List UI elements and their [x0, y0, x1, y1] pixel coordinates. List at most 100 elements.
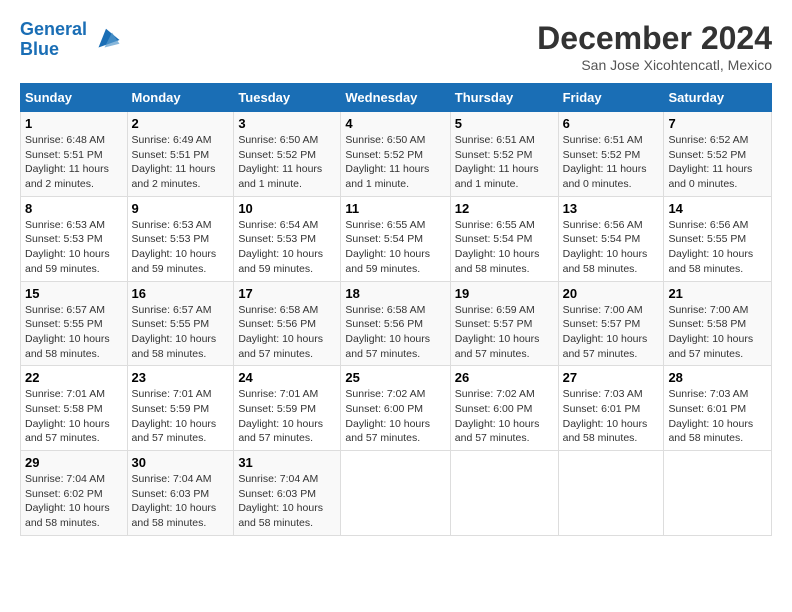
day-info: Sunrise: 6:59 AM Sunset: 5:57 PM Dayligh… [455, 303, 554, 362]
day-cell: 8 Sunrise: 6:53 AM Sunset: 5:53 PM Dayli… [21, 196, 128, 281]
day-number: 23 [132, 370, 230, 385]
day-cell: 16 Sunrise: 6:57 AM Sunset: 5:55 PM Dayl… [127, 281, 234, 366]
day-info: Sunrise: 6:51 AM Sunset: 5:52 PM Dayligh… [563, 133, 660, 192]
day-cell: 11 Sunrise: 6:55 AM Sunset: 5:54 PM Dayl… [341, 196, 450, 281]
col-sunday: Sunday [21, 84, 128, 112]
logo-text: GeneralBlue [20, 20, 87, 60]
day-cell: 19 Sunrise: 6:59 AM Sunset: 5:57 PM Dayl… [450, 281, 558, 366]
day-info: Sunrise: 6:58 AM Sunset: 5:56 PM Dayligh… [345, 303, 445, 362]
day-number: 13 [563, 201, 660, 216]
month-title: December 2024 [537, 20, 772, 57]
day-info: Sunrise: 6:49 AM Sunset: 5:51 PM Dayligh… [132, 133, 230, 192]
day-info: Sunrise: 6:48 AM Sunset: 5:51 PM Dayligh… [25, 133, 123, 192]
day-cell: 15 Sunrise: 6:57 AM Sunset: 5:55 PM Dayl… [21, 281, 128, 366]
day-number: 25 [345, 370, 445, 385]
day-info: Sunrise: 7:01 AM Sunset: 5:59 PM Dayligh… [238, 387, 336, 446]
calendar-table: Sunday Monday Tuesday Wednesday Thursday… [20, 83, 772, 536]
calendar-week-row: 1 Sunrise: 6:48 AM Sunset: 5:51 PM Dayli… [21, 112, 772, 197]
day-info: Sunrise: 6:54 AM Sunset: 5:53 PM Dayligh… [238, 218, 336, 277]
day-info: Sunrise: 7:03 AM Sunset: 6:01 PM Dayligh… [668, 387, 767, 446]
day-number: 4 [345, 116, 445, 131]
day-cell: 1 Sunrise: 6:48 AM Sunset: 5:51 PM Dayli… [21, 112, 128, 197]
location: San Jose Xicohtencatl, Mexico [537, 57, 772, 73]
day-info: Sunrise: 7:04 AM Sunset: 6:03 PM Dayligh… [238, 472, 336, 531]
day-number: 9 [132, 201, 230, 216]
day-cell: 3 Sunrise: 6:50 AM Sunset: 5:52 PM Dayli… [234, 112, 341, 197]
calendar-week-row: 8 Sunrise: 6:53 AM Sunset: 5:53 PM Dayli… [21, 196, 772, 281]
col-tuesday: Tuesday [234, 84, 341, 112]
empty-cell [664, 451, 772, 536]
page-header: GeneralBlue December 2024 San Jose Xicoh… [20, 20, 772, 73]
day-info: Sunrise: 6:53 AM Sunset: 5:53 PM Dayligh… [25, 218, 123, 277]
day-number: 15 [25, 286, 123, 301]
logo: GeneralBlue [20, 20, 121, 60]
day-info: Sunrise: 7:00 AM Sunset: 5:57 PM Dayligh… [563, 303, 660, 362]
day-info: Sunrise: 7:04 AM Sunset: 6:03 PM Dayligh… [132, 472, 230, 531]
day-info: Sunrise: 7:04 AM Sunset: 6:02 PM Dayligh… [25, 472, 123, 531]
day-number: 10 [238, 201, 336, 216]
day-cell: 26 Sunrise: 7:02 AM Sunset: 6:00 PM Dayl… [450, 366, 558, 451]
day-cell: 10 Sunrise: 6:54 AM Sunset: 5:53 PM Dayl… [234, 196, 341, 281]
col-monday: Monday [127, 84, 234, 112]
empty-cell [558, 451, 664, 536]
day-number: 19 [455, 286, 554, 301]
day-info: Sunrise: 7:01 AM Sunset: 5:59 PM Dayligh… [132, 387, 230, 446]
day-cell: 30 Sunrise: 7:04 AM Sunset: 6:03 PM Dayl… [127, 451, 234, 536]
col-thursday: Thursday [450, 84, 558, 112]
day-info: Sunrise: 7:02 AM Sunset: 6:00 PM Dayligh… [345, 387, 445, 446]
day-info: Sunrise: 6:53 AM Sunset: 5:53 PM Dayligh… [132, 218, 230, 277]
day-number: 6 [563, 116, 660, 131]
col-friday: Friday [558, 84, 664, 112]
day-number: 8 [25, 201, 123, 216]
day-cell: 18 Sunrise: 6:58 AM Sunset: 5:56 PM Dayl… [341, 281, 450, 366]
day-number: 5 [455, 116, 554, 131]
day-number: 21 [668, 286, 767, 301]
day-number: 27 [563, 370, 660, 385]
day-cell: 6 Sunrise: 6:51 AM Sunset: 5:52 PM Dayli… [558, 112, 664, 197]
col-wednesday: Wednesday [341, 84, 450, 112]
day-number: 11 [345, 201, 445, 216]
empty-cell [450, 451, 558, 536]
day-number: 18 [345, 286, 445, 301]
day-info: Sunrise: 6:51 AM Sunset: 5:52 PM Dayligh… [455, 133, 554, 192]
day-info: Sunrise: 6:50 AM Sunset: 5:52 PM Dayligh… [238, 133, 336, 192]
calendar-week-row: 29 Sunrise: 7:04 AM Sunset: 6:02 PM Dayl… [21, 451, 772, 536]
day-cell: 5 Sunrise: 6:51 AM Sunset: 5:52 PM Dayli… [450, 112, 558, 197]
day-number: 14 [668, 201, 767, 216]
day-number: 29 [25, 455, 123, 470]
day-info: Sunrise: 6:52 AM Sunset: 5:52 PM Dayligh… [668, 133, 767, 192]
day-number: 7 [668, 116, 767, 131]
day-info: Sunrise: 7:02 AM Sunset: 6:00 PM Dayligh… [455, 387, 554, 446]
day-info: Sunrise: 6:56 AM Sunset: 5:55 PM Dayligh… [668, 218, 767, 277]
day-info: Sunrise: 7:01 AM Sunset: 5:58 PM Dayligh… [25, 387, 123, 446]
day-info: Sunrise: 6:56 AM Sunset: 5:54 PM Dayligh… [563, 218, 660, 277]
day-cell: 31 Sunrise: 7:04 AM Sunset: 6:03 PM Dayl… [234, 451, 341, 536]
day-cell: 2 Sunrise: 6:49 AM Sunset: 5:51 PM Dayli… [127, 112, 234, 197]
day-number: 24 [238, 370, 336, 385]
day-number: 26 [455, 370, 554, 385]
day-info: Sunrise: 6:50 AM Sunset: 5:52 PM Dayligh… [345, 133, 445, 192]
day-number: 2 [132, 116, 230, 131]
day-number: 3 [238, 116, 336, 131]
day-number: 22 [25, 370, 123, 385]
day-cell: 14 Sunrise: 6:56 AM Sunset: 5:55 PM Dayl… [664, 196, 772, 281]
day-cell: 22 Sunrise: 7:01 AM Sunset: 5:58 PM Dayl… [21, 366, 128, 451]
col-saturday: Saturday [664, 84, 772, 112]
calendar-header-row: Sunday Monday Tuesday Wednesday Thursday… [21, 84, 772, 112]
day-number: 17 [238, 286, 336, 301]
day-info: Sunrise: 7:00 AM Sunset: 5:58 PM Dayligh… [668, 303, 767, 362]
day-cell: 25 Sunrise: 7:02 AM Sunset: 6:00 PM Dayl… [341, 366, 450, 451]
empty-cell [341, 451, 450, 536]
day-cell: 17 Sunrise: 6:58 AM Sunset: 5:56 PM Dayl… [234, 281, 341, 366]
day-number: 30 [132, 455, 230, 470]
day-cell: 20 Sunrise: 7:00 AM Sunset: 5:57 PM Dayl… [558, 281, 664, 366]
day-cell: 9 Sunrise: 6:53 AM Sunset: 5:53 PM Dayli… [127, 196, 234, 281]
day-cell: 28 Sunrise: 7:03 AM Sunset: 6:01 PM Dayl… [664, 366, 772, 451]
day-cell: 29 Sunrise: 7:04 AM Sunset: 6:02 PM Dayl… [21, 451, 128, 536]
day-cell: 4 Sunrise: 6:50 AM Sunset: 5:52 PM Dayli… [341, 112, 450, 197]
day-number: 31 [238, 455, 336, 470]
day-info: Sunrise: 7:03 AM Sunset: 6:01 PM Dayligh… [563, 387, 660, 446]
day-cell: 13 Sunrise: 6:56 AM Sunset: 5:54 PM Dayl… [558, 196, 664, 281]
day-number: 16 [132, 286, 230, 301]
day-cell: 27 Sunrise: 7:03 AM Sunset: 6:01 PM Dayl… [558, 366, 664, 451]
